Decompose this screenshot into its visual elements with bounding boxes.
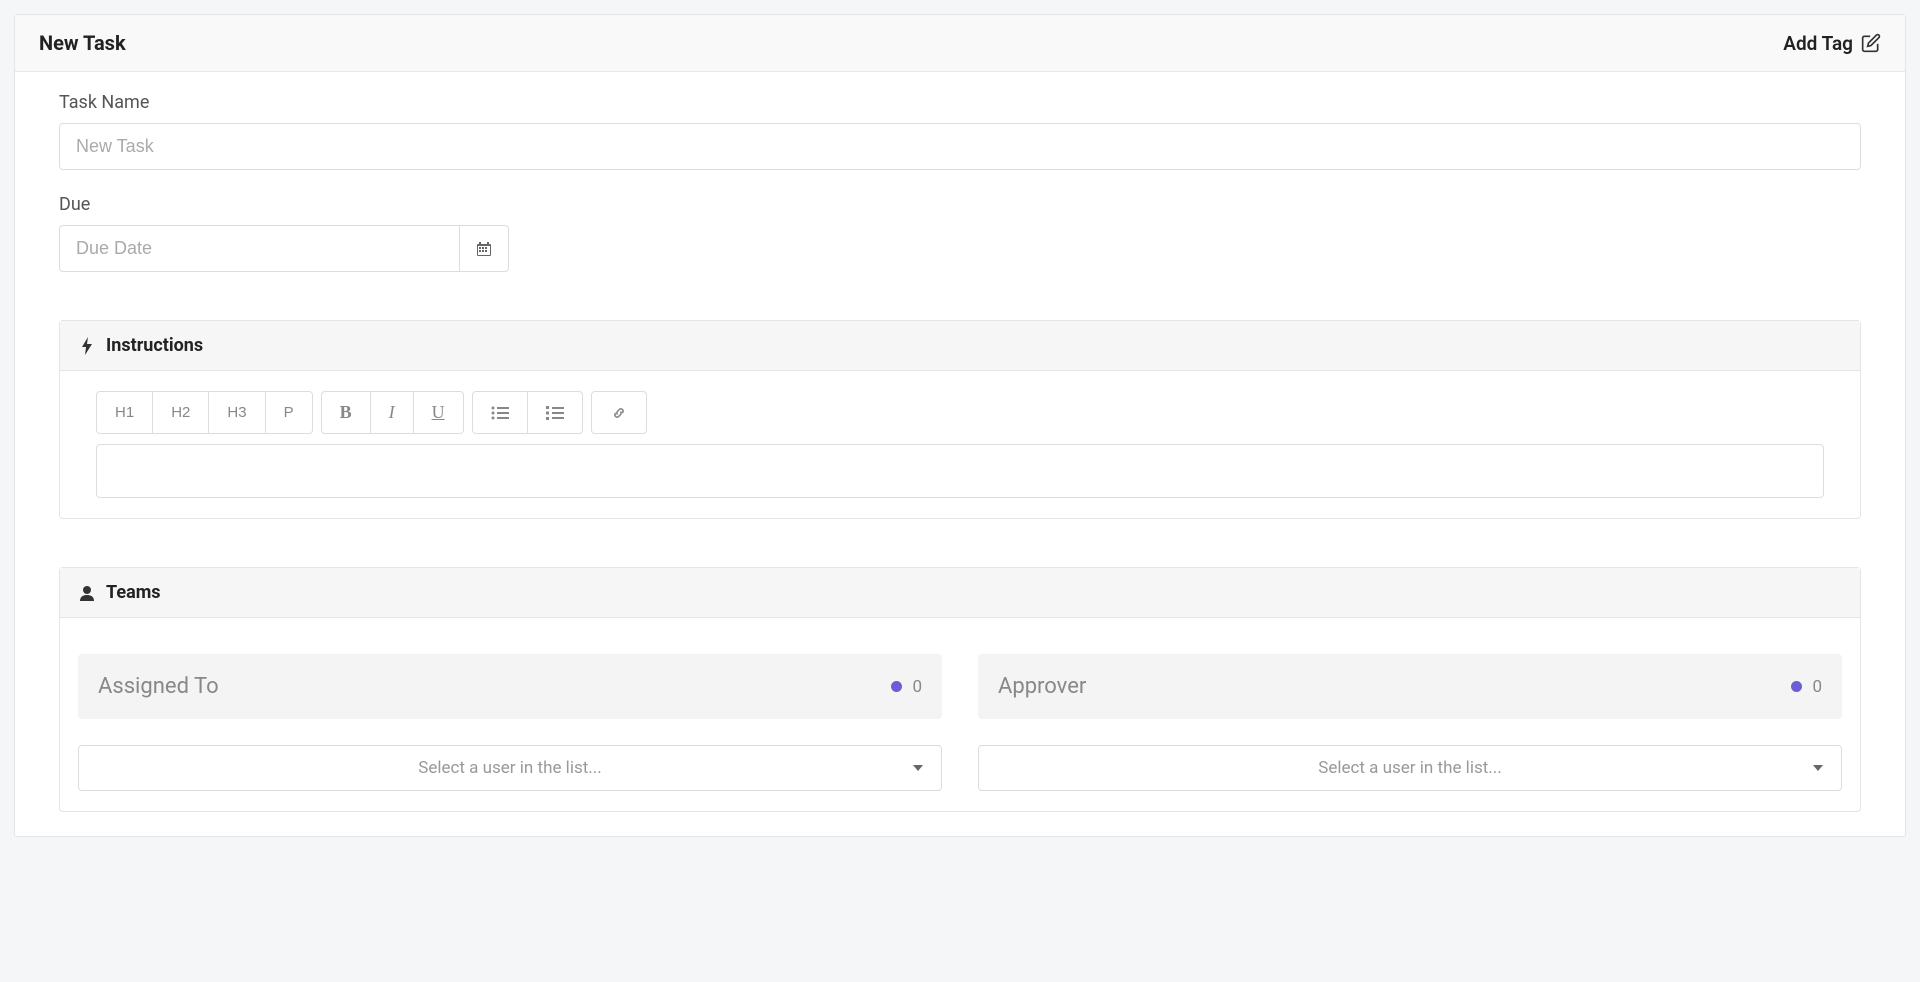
ordered-list-button[interactable] xyxy=(528,391,583,434)
due-input-group xyxy=(59,225,509,272)
heading-group: H1 H2 H3 P xyxy=(96,391,313,434)
teams-panel: Teams Assigned To 0 Select a user in the… xyxy=(59,567,1861,812)
teams-title: Teams xyxy=(106,582,161,603)
format-group: B I U xyxy=(321,391,464,434)
instructions-header: Instructions xyxy=(60,321,1860,371)
status-dot-icon xyxy=(891,681,902,692)
approver-label: Approver xyxy=(998,674,1086,699)
calendar-icon xyxy=(476,241,492,257)
due-date-input[interactable] xyxy=(59,225,459,272)
instructions-title: Instructions xyxy=(106,335,203,356)
status-dot-icon xyxy=(1791,681,1802,692)
user-icon xyxy=(80,584,94,602)
italic-button[interactable]: I xyxy=(371,391,414,434)
assigned-to-label: Assigned To xyxy=(98,674,219,699)
edit-icon xyxy=(1861,33,1881,53)
list-group xyxy=(472,391,583,434)
ordered-list-icon xyxy=(546,406,564,420)
task-name-input[interactable] xyxy=(59,123,1861,170)
paragraph-button[interactable]: P xyxy=(266,391,313,434)
add-tag-button[interactable]: Add Tag xyxy=(1783,32,1881,55)
caret-down-icon xyxy=(913,765,923,771)
underline-button[interactable]: U xyxy=(414,391,464,434)
caret-down-icon xyxy=(1813,765,1823,771)
approver-select[interactable]: Select a user in the list... xyxy=(978,745,1842,791)
bold-button[interactable]: B xyxy=(321,391,371,434)
bullet-list-icon xyxy=(491,406,509,420)
due-group: Due xyxy=(59,194,1861,272)
h3-button[interactable]: H3 xyxy=(209,391,265,434)
approver-header: Approver 0 xyxy=(978,654,1842,719)
bolt-icon xyxy=(80,337,94,355)
form-header: New Task Add Tag xyxy=(15,15,1905,72)
assigned-to-select[interactable]: Select a user in the list... xyxy=(78,745,942,791)
link-group xyxy=(591,391,647,434)
instructions-panel: Instructions H1 H2 H3 P B I U xyxy=(59,320,1861,519)
approver-column: Approver 0 Select a user in the list... xyxy=(978,654,1842,791)
editor-toolbar: H1 H2 H3 P B I U xyxy=(96,391,1824,434)
approver-count-value: 0 xyxy=(1812,677,1822,697)
approver-placeholder: Select a user in the list... xyxy=(1318,758,1501,778)
add-tag-label: Add Tag xyxy=(1783,32,1853,55)
assigned-to-placeholder: Select a user in the list... xyxy=(418,758,601,778)
teams-header: Teams xyxy=(60,568,1860,618)
due-label: Due xyxy=(59,194,1861,215)
page-title: New Task xyxy=(39,31,126,55)
h1-button[interactable]: H1 xyxy=(96,391,153,434)
task-name-group: Task Name xyxy=(59,92,1861,170)
calendar-button[interactable] xyxy=(459,225,509,272)
task-name-label: Task Name xyxy=(59,92,1861,113)
assigned-to-count-value: 0 xyxy=(912,677,922,697)
link-icon xyxy=(610,406,628,420)
teams-body: Assigned To 0 Select a user in the list.… xyxy=(60,618,1860,811)
instructions-body: H1 H2 H3 P B I U xyxy=(60,371,1860,518)
instructions-editor[interactable] xyxy=(96,444,1824,498)
form-body: Task Name Due xyxy=(15,72,1905,836)
new-task-form: New Task Add Tag Task Name Due xyxy=(14,14,1906,837)
assigned-to-column: Assigned To 0 Select a user in the list.… xyxy=(78,654,942,791)
approver-count: 0 xyxy=(1791,677,1822,697)
h2-button[interactable]: H2 xyxy=(153,391,209,434)
assigned-to-header: Assigned To 0 xyxy=(78,654,942,719)
bullet-list-button[interactable] xyxy=(472,391,528,434)
link-button[interactable] xyxy=(591,391,647,434)
assigned-to-count: 0 xyxy=(891,677,922,697)
